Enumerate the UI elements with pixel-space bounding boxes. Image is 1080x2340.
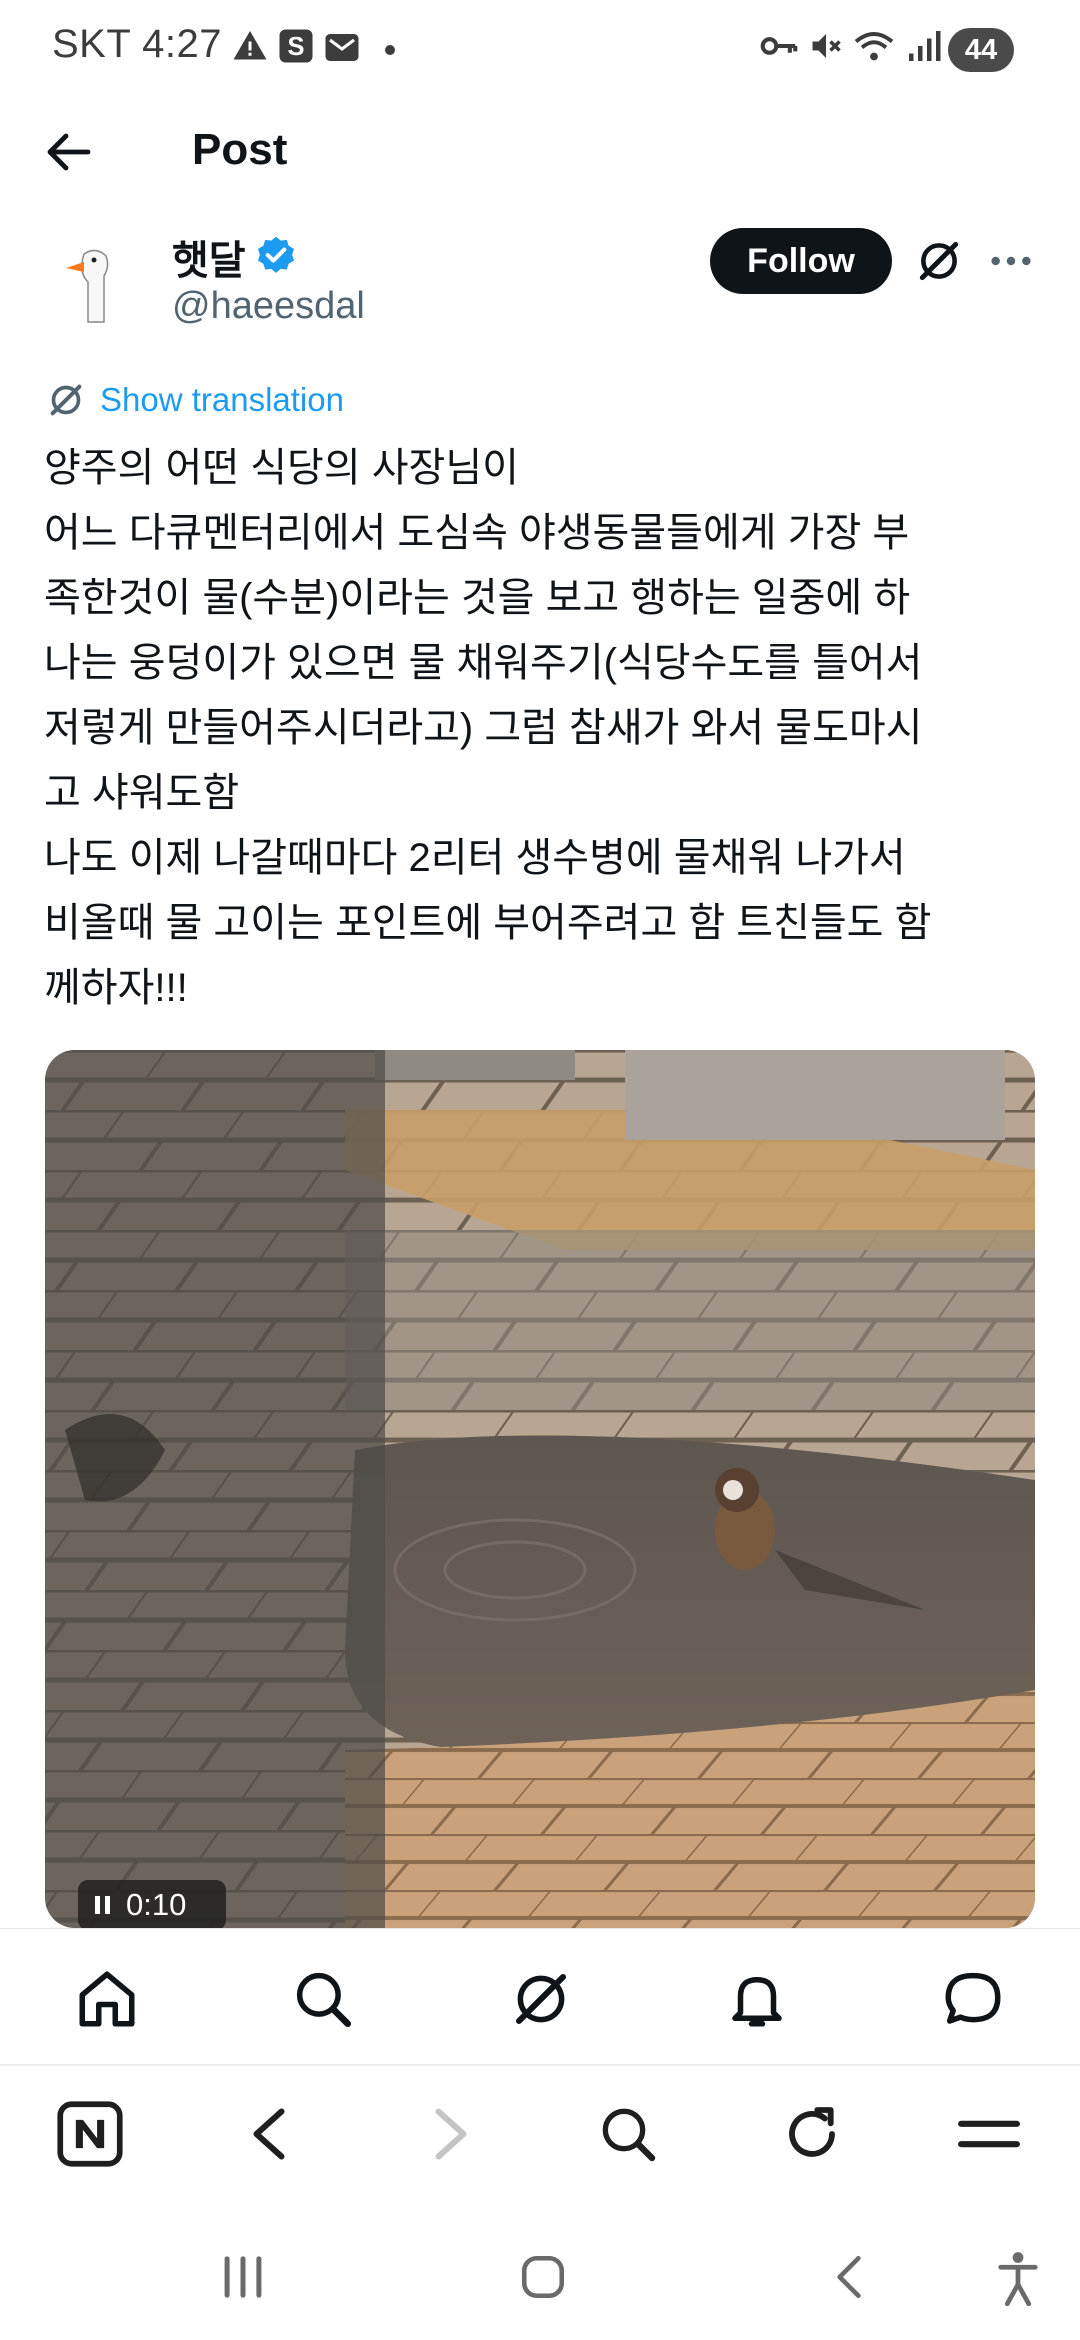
post-text-line: 양주의 어떤 식당의 사장님이 — [44, 446, 519, 490]
video-frame-image — [45, 1050, 1035, 1928]
author-handle[interactable]: @haeesdal — [172, 285, 365, 328]
post-text-line: 나는 웅덩이가 있으면 물 채워주기(식당수도를 틀어서 — [44, 641, 923, 685]
system-back-icon[interactable] — [828, 2252, 868, 2302]
browser-forward-icon[interactable] — [426, 2104, 476, 2164]
back-arrow-icon[interactable] — [44, 130, 92, 174]
grok-icon[interactable] — [914, 236, 964, 286]
author-name[interactable]: 햇달 — [172, 228, 246, 286]
follow-button[interactable]: Follow — [710, 228, 892, 294]
status-bar: SKT 4:27 S 44 — [0, 0, 1080, 100]
post-text-line: 께하자!!! — [44, 966, 188, 1010]
wifi-icon — [854, 32, 894, 61]
accessibility-icon[interactable] — [996, 2250, 1040, 2306]
post-text-line: 족한것이 물(수분)이라는 것을 보고 행하는 일중에 하 — [44, 576, 911, 620]
dot-icon — [385, 45, 395, 55]
verified-badge-icon — [258, 236, 294, 273]
messages-icon[interactable] — [940, 1966, 1006, 2032]
search-icon[interactable] — [290, 1966, 356, 2032]
goose-avatar-image — [44, 232, 144, 332]
recents-icon[interactable] — [218, 2254, 268, 2300]
home-icon[interactable] — [74, 1966, 140, 2032]
s-app-icon: S — [279, 29, 313, 63]
more-options-icon[interactable] — [988, 244, 1034, 278]
pause-icon — [95, 1896, 110, 1914]
key-icon — [760, 37, 798, 55]
grok-translate-icon — [50, 384, 82, 416]
mute-icon — [812, 34, 841, 58]
post-text-line: 비올때 물 고이는 포인트에 부어주려고 함 트친들도 함 — [44, 901, 932, 945]
post-video[interactable] — [45, 1050, 1035, 1928]
naver-n-icon[interactable] — [56, 2100, 124, 2168]
refresh-icon[interactable] — [780, 2102, 844, 2166]
show-translation-link[interactable]: Show translation — [46, 380, 344, 420]
post-text-line: 고 샤워도함 — [44, 771, 240, 815]
avatar[interactable] — [44, 232, 144, 332]
grok-icon[interactable] — [508, 1966, 574, 2032]
page-title: Post — [192, 125, 288, 174]
post-text-line: 저렇게 만들어주시더라고) 그럼 참새가 와서 물도마시 — [44, 706, 923, 750]
menu-icon[interactable] — [956, 2110, 1022, 2158]
video-time: 0:10 — [126, 1887, 187, 1922]
svg-text:S: S — [287, 33, 304, 61]
signal-icon — [909, 31, 941, 61]
battery-indicator: 44 — [948, 28, 1014, 72]
browser-toolbar — [0, 2064, 1080, 2216]
post-text: 양주의 어떤 식당의 사장님이 어느 다큐멘터리에서 도심속 야생동물들에게 가… — [44, 436, 1044, 1021]
browser-back-icon[interactable] — [244, 2104, 294, 2164]
browser-search-icon[interactable] — [596, 2102, 660, 2166]
mail-app-icon — [325, 34, 359, 61]
post-text-line: 어느 다큐멘터리에서 도심속 야생동물들에게 가장 부 — [44, 511, 910, 555]
status-carrier-time: SKT 4:27 — [52, 22, 223, 66]
warning-icon — [233, 31, 267, 60]
video-timer-badge[interactable]: 0:10 — [78, 1880, 226, 1930]
home-button-icon[interactable] — [518, 2252, 568, 2302]
show-translation-label: Show translation — [100, 381, 344, 418]
notifications-bell-icon[interactable] — [724, 1966, 790, 2032]
post-text-line: 나도 이제 나갈때마다 2리터 생수병에 물채워 나가서 — [44, 836, 906, 880]
